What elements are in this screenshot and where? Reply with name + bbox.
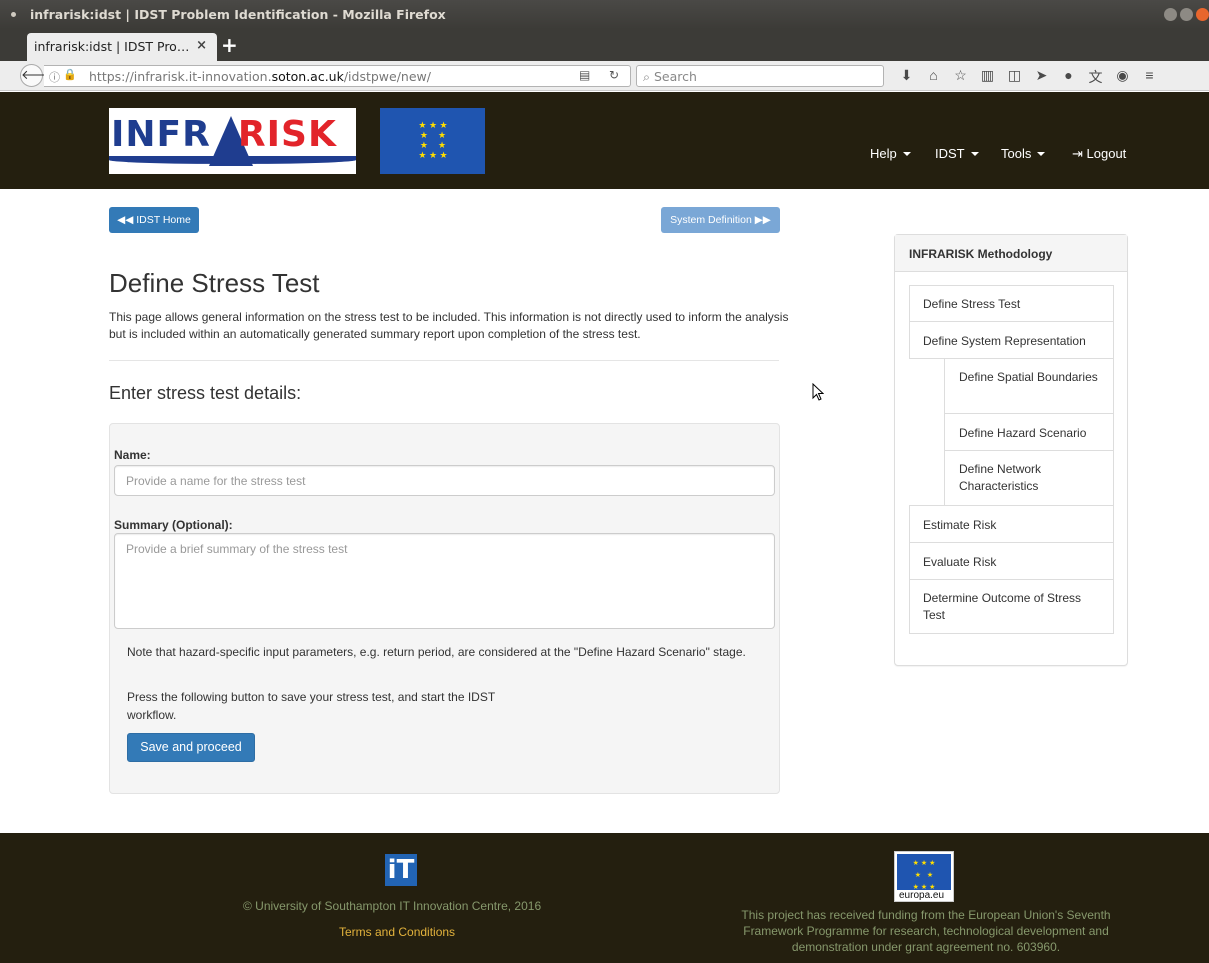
sidebar-item-evaluate-risk[interactable]: Evaluate Risk bbox=[909, 542, 1114, 580]
info-icon[interactable]: ⓘ bbox=[49, 69, 60, 85]
europa-logo[interactable]: ★ ★ ★ ★ ★ ★ ★ ★ europa.eu bbox=[894, 851, 954, 902]
sidebar-item-define-stress-test[interactable]: Define Stress Test bbox=[909, 285, 1114, 322]
tab-close-icon[interactable]: × bbox=[196, 38, 207, 53]
name-placeholder: Provide a name for the stress test bbox=[126, 474, 306, 488]
send-icon[interactable]: ➤ bbox=[1028, 67, 1055, 87]
menu-icon[interactable]: ≡ bbox=[1136, 67, 1163, 87]
nav-idst[interactable]: IDST bbox=[935, 146, 979, 161]
back-button[interactable]: 🡐 bbox=[20, 64, 56, 87]
bookmarks-list-icon[interactable]: ▥ bbox=[974, 67, 1001, 87]
browser-navbar: 🡐 ⓘ 🔒 https://infrarisk.it-innovation.so… bbox=[0, 61, 1209, 91]
bookmark-star-icon[interactable]: ☆ bbox=[947, 67, 974, 87]
sidebar-item-estimate-risk[interactable]: Estimate Risk bbox=[909, 505, 1114, 543]
logout-icon: ⇥ bbox=[1072, 146, 1083, 161]
eu-stars-icon: ★ ★ ★ ★ ★ ★ ★ ★ ★ ★ bbox=[418, 120, 448, 160]
translate-icon[interactable]: 文 bbox=[1082, 67, 1109, 87]
panel-heading: INFRARISK Methodology bbox=[895, 235, 1127, 272]
double-left-icon: ◀◀ bbox=[117, 214, 134, 226]
page-title: Define Stress Test bbox=[109, 268, 320, 298]
save-and-proceed-button[interactable]: Save and proceed bbox=[127, 733, 255, 762]
lock-icon[interactable]: 🔒 bbox=[63, 68, 77, 81]
chat-icon[interactable]: ● bbox=[1055, 67, 1082, 87]
sidebar-item-define-spatial-boundaries[interactable]: Define Spatial Boundaries bbox=[944, 358, 1114, 414]
window-titlebar: infrarisk:idst | IDST Problem Identifica… bbox=[0, 0, 1209, 29]
it-innovation-logo[interactable]: iT bbox=[385, 854, 417, 886]
new-tab-button[interactable]: + bbox=[221, 33, 238, 57]
europa-label: europa.eu bbox=[899, 890, 945, 901]
section-title: Enter stress test details: bbox=[109, 383, 302, 403]
summary-placeholder: Provide a brief summary of the stress te… bbox=[126, 542, 348, 556]
site-header: INFR RISK ★ ★ ★ ★ ★ ★ ★ ★ ★ ★ Help IDST Too… bbox=[0, 92, 1209, 189]
tab-idst[interactable]: infrarisk:idst | IDST Pro… × bbox=[27, 33, 217, 61]
search-placeholder: Search bbox=[653, 69, 697, 84]
sidebar-item-define-network-characteristics[interactable]: Define Network Characteristics bbox=[944, 450, 1114, 506]
url-text: https://infrarisk.it-innovation.soton.ac… bbox=[89, 69, 431, 84]
window-controls bbox=[1164, 8, 1209, 21]
account-icon[interactable]: ◉ bbox=[1109, 67, 1136, 87]
toolbar-icons: ⬇ ⌂ ☆ ▥ ◫ ➤ ● 文 ◉ ≡ bbox=[893, 67, 1163, 87]
bridge-graphic bbox=[109, 156, 356, 164]
sidebar-item-determine-outcome[interactable]: Determine Outcome of Stress Test bbox=[909, 579, 1114, 634]
site-footer: iT © University of Southampton IT Innova… bbox=[0, 833, 1209, 963]
funding-statement: This project has received funding from t… bbox=[741, 908, 1111, 954]
system-definition-button[interactable]: System Definition ▶▶ bbox=[661, 207, 780, 233]
home-icon[interactable]: ⌂ bbox=[920, 67, 947, 87]
summary-textarea[interactable]: Provide a brief summary of the stress te… bbox=[114, 533, 775, 629]
close-window-icon[interactable] bbox=[1196, 8, 1209, 21]
double-right-icon: ▶▶ bbox=[754, 214, 771, 226]
chevron-down-icon bbox=[902, 152, 911, 156]
eu-flag: ★ ★ ★ ★ ★ ★ ★ ★ ★ ★ bbox=[380, 108, 485, 174]
name-label: Name: bbox=[114, 448, 151, 462]
infrarisk-logo[interactable]: INFR RISK bbox=[109, 108, 356, 174]
reload-icon[interactable]: ↻ bbox=[609, 68, 619, 82]
footer-copyright: © University of Southampton IT Innovatio… bbox=[243, 899, 542, 913]
logo-wordmark: INFR RISK bbox=[111, 114, 337, 155]
divider bbox=[109, 360, 779, 361]
reader-view-icon[interactable]: ▤ bbox=[579, 68, 590, 82]
eu-stars-icon: ★ ★ ★ ★ ★ ★ ★ ★ bbox=[897, 854, 951, 891]
nav-help[interactable]: Help bbox=[870, 146, 911, 161]
nav-tools[interactable]: Tools bbox=[1001, 146, 1046, 161]
mouse-cursor-icon bbox=[812, 383, 824, 401]
chevron-down-icon bbox=[970, 152, 979, 156]
chevron-down-icon bbox=[1037, 152, 1046, 156]
url-bar[interactable]: ⓘ 🔒 https://infrarisk.it-innovation.soto… bbox=[44, 65, 631, 87]
tab-label: infrarisk:idst | IDST Pro… bbox=[34, 39, 190, 54]
pocket-icon[interactable]: ◫ bbox=[1001, 67, 1028, 87]
hazard-note: Note that hazard-specific input paramete… bbox=[127, 645, 746, 659]
maximize-icon[interactable] bbox=[1180, 8, 1193, 21]
sidebar-item-define-system-representation[interactable]: Define System Representation bbox=[909, 321, 1114, 359]
window-menu-icon[interactable] bbox=[11, 12, 16, 17]
search-icon: ⌕ bbox=[643, 69, 654, 84]
idst-home-button[interactable]: ◀◀ IDST Home bbox=[109, 207, 199, 233]
page-intro: This page allows general information on … bbox=[109, 310, 789, 341]
window-title: infrarisk:idst | IDST Problem Identifica… bbox=[30, 7, 446, 22]
summary-label: Summary (Optional): bbox=[114, 518, 233, 532]
save-note: Press the following button to save your … bbox=[127, 690, 495, 722]
name-input[interactable]: Provide a name for the stress test bbox=[114, 465, 775, 496]
tab-bar: infrarisk:idst | IDST Pro… × bbox=[0, 29, 1209, 61]
terms-link[interactable]: Terms and Conditions bbox=[339, 925, 455, 939]
search-input[interactable]: ⌕ Search bbox=[636, 65, 884, 87]
download-icon[interactable]: ⬇ bbox=[893, 67, 920, 87]
sidebar-item-define-hazard-scenario[interactable]: Define Hazard Scenario bbox=[944, 413, 1114, 451]
nav-logout[interactable]: ⇥ Logout bbox=[1072, 146, 1126, 162]
minimize-icon[interactable] bbox=[1164, 8, 1177, 21]
